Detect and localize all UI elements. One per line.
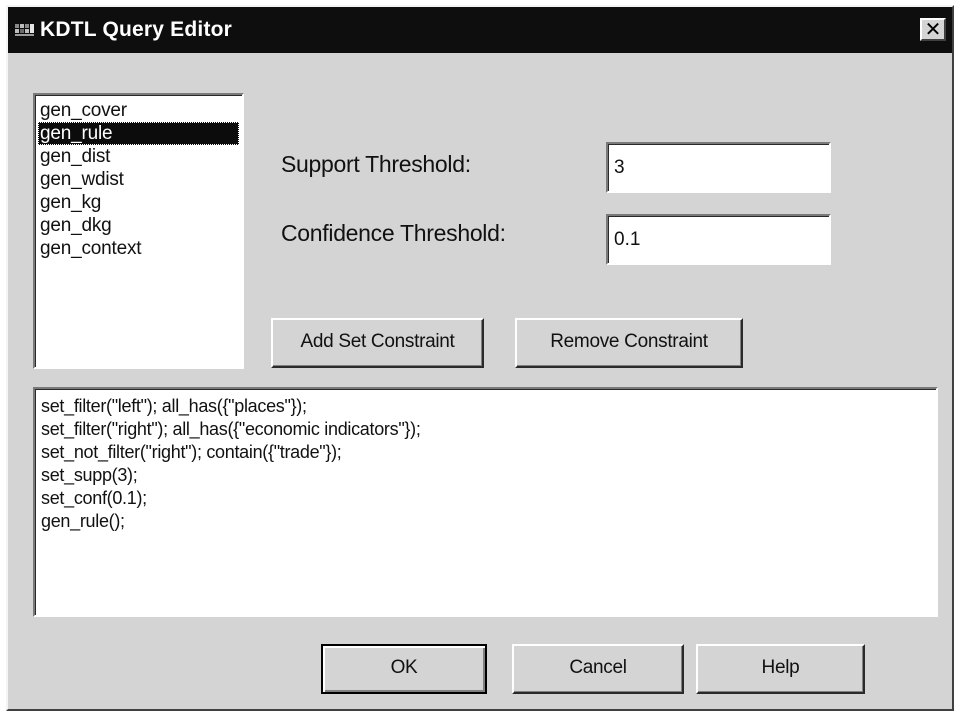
list-item[interactable]: gen_wdist <box>38 168 242 191</box>
list-item[interactable]: gen_dist <box>38 145 242 168</box>
remove-constraint-label: Remove Constraint <box>550 331 708 352</box>
list-item[interactable]: gen_context <box>38 237 242 260</box>
ok-label: OK <box>390 657 418 678</box>
list-item[interactable]: gen_kg <box>38 191 242 214</box>
support-threshold-label: Support Threshold: <box>281 151 471 177</box>
query-line: set_supp(3); <box>41 465 138 485</box>
query-line: set_not_filter("right"); contain({"trade… <box>41 442 342 462</box>
close-button[interactable]: ✕ <box>920 18 946 41</box>
query-line: set_filter("right"); all_has({"economic … <box>41 419 421 439</box>
help-button[interactable]: Help <box>696 644 865 694</box>
window-title: KDTL Query Editor <box>40 18 233 41</box>
list-item[interactable]: gen_rule <box>38 122 239 145</box>
list-item[interactable]: gen_cover <box>38 99 242 122</box>
confidence-threshold-label: Confidence Threshold: <box>281 220 506 246</box>
query-line: set_conf(0.1); <box>41 488 147 508</box>
query-line: set_filter("left"); all_has({"places"}); <box>41 396 307 416</box>
add-set-constraint-label: Add Set Constraint <box>300 331 455 352</box>
cancel-button[interactable]: Cancel <box>512 644 684 694</box>
query-line: gen_rule(); <box>41 511 125 531</box>
support-threshold-input[interactable]: 3 <box>606 142 831 193</box>
query-editor-dialog: KDTL Query Editor ✕ gen_cover gen_rule gen… <box>6 5 954 711</box>
support-threshold-value: 3 <box>614 157 625 178</box>
close-icon: ✕ <box>924 17 942 41</box>
app-icon <box>15 24 34 36</box>
help-label: Help <box>761 657 800 678</box>
query-text-area[interactable]: set_filter("left"); all_has({"places"});… <box>33 387 938 617</box>
list-item[interactable]: gen_dkg <box>38 214 242 237</box>
ok-button[interactable]: OK <box>321 644 487 694</box>
cancel-label: Cancel <box>569 657 627 678</box>
remove-constraint-button[interactable]: Remove Constraint <box>515 318 743 368</box>
confidence-threshold-input[interactable]: 0.1 <box>606 214 831 265</box>
query-type-list[interactable]: gen_cover gen_rule gen_dist gen_wdist gen_kg… <box>33 93 244 369</box>
confidence-threshold-value: 0.1 <box>614 229 641 250</box>
add-set-constraint-button[interactable]: Add Set Constraint <box>271 318 484 368</box>
title-bar[interactable]: KDTL Query Editor ✕ <box>8 7 952 53</box>
